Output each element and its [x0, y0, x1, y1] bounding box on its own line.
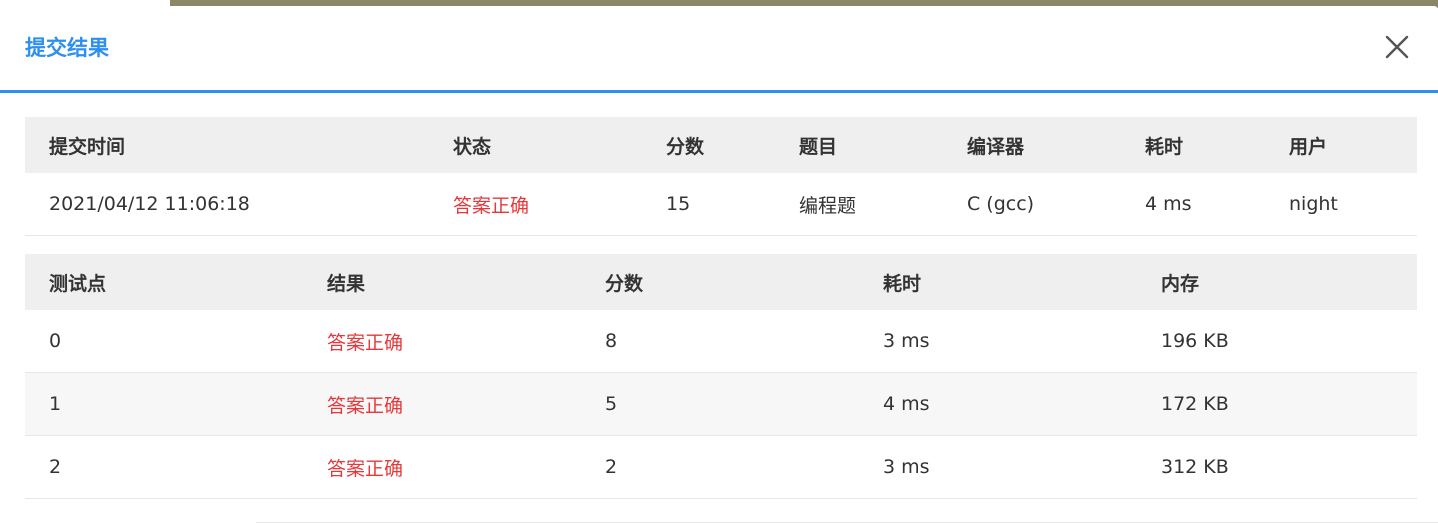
duration-value: 4 ms [1121, 173, 1265, 236]
compiler-value: C (gcc) [943, 173, 1121, 236]
header-tc-score: 分数 [581, 254, 859, 310]
testcase-duration: 3 ms [859, 310, 1137, 373]
testcase-header-row: 测试点 结果 分数 耗时 内存 [25, 254, 1417, 310]
header-status: 状态 [429, 117, 642, 173]
submit-time: 2021/04/12 11:06:18 [25, 173, 429, 236]
testcase-memory: 196 KB [1137, 310, 1417, 373]
header-testcase: 测试点 [25, 254, 303, 310]
modal-body: 提交时间 状态 分数 题目 编译器 耗时 用户 2021/04/12 11:06… [25, 117, 1417, 499]
testcase-memory: 312 KB [1137, 435, 1417, 499]
testcase-score: 5 [581, 372, 859, 436]
testcase-id: 1 [25, 372, 303, 436]
header-result: 结果 [303, 254, 581, 310]
header-compiler: 编译器 [943, 117, 1121, 173]
close-button[interactable] [1384, 34, 1410, 60]
testcase-result: 答案正确 [303, 310, 581, 373]
status-value: 答案正确 [429, 173, 642, 236]
submission-row: 2021/04/12 11:06:18 答案正确 15 编程题 C (gcc) … [25, 173, 1417, 236]
score-value: 15 [642, 173, 775, 236]
modal-header: 提交结果 [0, 6, 1438, 93]
testcase-table: 测试点 结果 分数 耗时 内存 0 答案正确 8 3 ms 196 KB 1 答 [25, 254, 1417, 499]
header-duration: 耗时 [1121, 117, 1265, 173]
table-spacer [25, 236, 1417, 254]
problem-value: 编程题 [775, 173, 943, 236]
testcase-duration: 4 ms [859, 372, 1137, 436]
testcase-memory: 172 KB [1137, 372, 1417, 436]
submission-result-modal: 提交结果 提交时间 状态 分数 题目 编译器 耗时 用户 2021/04/12 … [0, 6, 1438, 523]
submission-header-row: 提交时间 状态 分数 题目 编译器 耗时 用户 [25, 117, 1417, 173]
header-memory: 内存 [1137, 254, 1417, 310]
header-user: 用户 [1265, 117, 1417, 173]
header-score: 分数 [642, 117, 775, 173]
testcase-result: 答案正确 [303, 435, 581, 499]
table-row: 2 答案正确 2 3 ms 312 KB [25, 435, 1417, 499]
testcase-result: 答案正确 [303, 372, 581, 436]
testcase-id: 0 [25, 310, 303, 373]
testcase-duration: 3 ms [859, 435, 1137, 499]
header-problem: 题目 [775, 117, 943, 173]
modal-title: 提交结果 [25, 36, 109, 60]
header-tc-duration: 耗时 [859, 254, 1137, 310]
submission-table: 提交时间 状态 分数 题目 编译器 耗时 用户 2021/04/12 11:06… [25, 117, 1417, 236]
testcase-score: 8 [581, 310, 859, 373]
table-row: 0 答案正确 8 3 ms 196 KB [25, 310, 1417, 373]
user-value: night [1265, 173, 1417, 236]
close-icon [1385, 35, 1409, 59]
testcase-id: 2 [25, 435, 303, 499]
testcase-score: 2 [581, 435, 859, 499]
table-row: 1 答案正确 5 4 ms 172 KB [25, 372, 1417, 436]
header-submit-time: 提交时间 [25, 117, 429, 173]
